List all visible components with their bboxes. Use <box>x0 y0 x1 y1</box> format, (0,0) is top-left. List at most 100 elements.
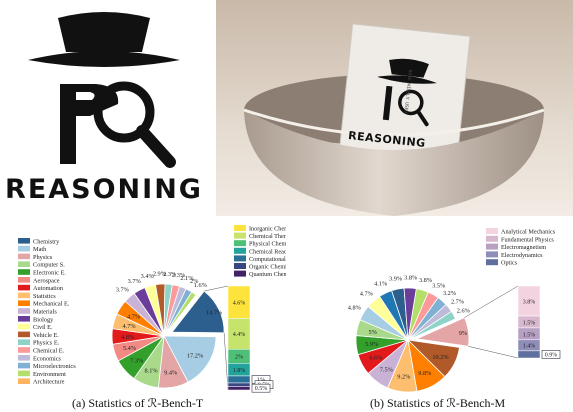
a-slice-label-5: 5.4% <box>123 345 137 352</box>
a-legend-swatch-5 <box>18 277 30 283</box>
b-slice-label-17: 2.6% <box>457 307 471 314</box>
a-bar-seg-4 <box>227 375 251 384</box>
a-bar-label-0: 4.6% <box>233 301 246 307</box>
a-legend-swatch-15 <box>18 355 30 361</box>
a-bar-label-1: 4.4% <box>233 332 246 338</box>
pie-chart-bench-m: 9% 10.2% 9.8% 9.2%7.5% 6.6% 5.9% 5% 4.8% 4.7%4.1… <box>348 228 561 393</box>
b-bar-label-3: 1.4% <box>523 344 536 350</box>
b-bar-label-2: 1.5% <box>523 332 536 338</box>
pie-chart-bench-t: ChemistryMathPhysicsComputer S.Electroni… <box>18 225 286 393</box>
a-legend-label-4: Electronic E. <box>33 270 66 277</box>
breakdown-connector-bench-m <box>464 285 519 359</box>
a-slice-label-1: 17.2% <box>187 353 204 360</box>
b-slice-label-14: 3.5% <box>432 283 446 290</box>
a-bar-seg-5 <box>227 382 251 387</box>
b-breakdown-swatch-2 <box>486 243 498 250</box>
legend-bench-t: ChemistryMathPhysicsComputer S.Electroni… <box>18 238 76 386</box>
a-legend-swatch-7 <box>18 292 30 299</box>
b-slice-label-7: 5% <box>368 329 377 336</box>
b-breakdown-swatch-4 <box>486 259 498 266</box>
a-slice-label-4: 7.3% <box>130 358 144 365</box>
photo-card-in-pot: REASONING BUSE WIDELY USED <box>216 0 573 216</box>
a-legend-swatch-0 <box>18 238 30 244</box>
logo-wordmark: REASONING <box>5 174 203 205</box>
a-bar-seg-6 <box>227 386 251 391</box>
a-legend-label-10: Biology <box>33 316 54 323</box>
a-slice-label-8: 4.7% <box>127 313 141 320</box>
a-breakdown-swatch-6 <box>234 270 246 277</box>
a-breakdown-legend-0: Inorganic Chemistry <box>249 226 286 233</box>
a-legend-label-2: Physics <box>33 254 53 261</box>
a-legend-swatch-10 <box>18 316 30 322</box>
b-slice-label-11: 3.9% <box>389 276 403 283</box>
b-breakdown-swatch-1 <box>486 235 498 242</box>
b-bar-label-1: 1.5% <box>523 320 536 326</box>
b-slice-label-10: 4.1% <box>374 281 388 288</box>
a-breakdown-swatch-1 <box>234 232 246 239</box>
b-slice-label-13: 3.8% <box>419 277 433 284</box>
a-bar-label-3: 1.8% <box>233 368 246 374</box>
a-slice-label-3: 8.1% <box>145 368 159 375</box>
a-legend-label-14: Chemical E. <box>33 348 65 355</box>
a-legend-swatch-18 <box>18 378 30 384</box>
a-breakdown-legend-4: Computational Chemistry <box>249 256 286 263</box>
a-legend-label-13: Physics E. <box>33 340 60 347</box>
b-breakdown-legend-2: Electromagnetism <box>501 244 546 251</box>
a-connector-top <box>204 285 229 292</box>
a-legend-swatch-1 <box>18 245 30 252</box>
b-connector-bottom <box>468 346 519 359</box>
b-connector-top <box>464 285 519 318</box>
a-breakdown-legend-5: Organic Chemistry <box>249 264 286 271</box>
b-slice-label-5: 6.6% <box>369 355 383 362</box>
a-slice-label-17: 1.6% <box>194 282 208 289</box>
b-slice-label-0: 9% <box>459 330 468 337</box>
a-legend-swatch-9 <box>18 308 30 314</box>
a-breakdown-swatch-4 <box>234 255 246 262</box>
a-legend-swatch-13 <box>18 339 30 345</box>
breakdown-legend-bench-t: Inorganic ChemistryChemical Thermodynami… <box>234 225 286 278</box>
a-legend-swatch-6 <box>18 284 30 291</box>
a-legend-swatch-12 <box>18 331 30 338</box>
b-breakdown-swatch-0 <box>486 228 498 234</box>
b-slice-label-12: 3.8% <box>404 275 418 282</box>
b-slice-label-15: 3.2% <box>443 290 457 297</box>
a-connector-bottom <box>223 332 229 391</box>
caption-bench-m: (b) Statistics of ℛ-Bench-M <box>370 396 506 410</box>
a-legend-swatch-17 <box>18 370 30 377</box>
a-breakdown-swatch-3 <box>234 247 246 254</box>
b-bar-seg-4 <box>517 350 541 359</box>
b-slice-label-3: 9.2% <box>397 374 411 381</box>
a-bar-label-6: 0.5% <box>255 386 268 392</box>
a-breakdown-legend-3: Chemical Reaction Kinetics <box>249 248 286 255</box>
a-slice-label-0: 14.7% <box>206 310 223 317</box>
b-breakdown-legend-0: Analytical Mechanics <box>501 229 556 236</box>
a-legend-swatch-11 <box>18 323 30 330</box>
b-slice-label-4: 7.5% <box>380 367 394 374</box>
b-breakdown-legend-3: Electrodynamics <box>501 252 543 259</box>
a-slice-label-7: 4.7% <box>123 323 137 330</box>
a-bar-label-2: 2% <box>235 355 243 361</box>
a-legend-label-5: Aerospace <box>33 277 60 284</box>
b-bar-label-4: 0.9% <box>545 352 558 358</box>
b-slice-label-6: 5.9% <box>365 341 379 348</box>
a-legend-label-8: Mechanical E. <box>33 301 70 308</box>
a-legend-swatch-4 <box>18 269 30 275</box>
b-breakdown-legend-4: Optics <box>501 260 518 267</box>
a-breakdown-swatch-0 <box>234 225 246 231</box>
b-breakdown-swatch-3 <box>486 251 498 258</box>
a-slice-label-10: 3.7% <box>128 278 142 285</box>
a-breakdown-swatch-5 <box>234 263 246 269</box>
a-legend-label-7: Statistics <box>33 293 56 300</box>
a-legend-label-11: Civil E. <box>33 324 53 331</box>
a-slice-label-6: 4.8% <box>121 334 135 341</box>
a-legend-label-16: Microelectronics <box>33 363 76 370</box>
a-legend-label-0: Chemistry <box>33 238 60 245</box>
a-legend-swatch-2 <box>18 253 30 260</box>
a-slice-label-9: 3.7% <box>116 286 130 293</box>
reasoning-logo: REASONING <box>0 0 208 216</box>
a-legend-label-9: Materials <box>33 309 57 316</box>
a-legend-swatch-14 <box>18 347 30 353</box>
a-legend-label-17: Environment <box>33 371 66 378</box>
b-slice-label-9: 4.7% <box>360 290 374 297</box>
caption-bench-t: (a) Statistics of ℛ-Bench-T <box>72 396 204 410</box>
